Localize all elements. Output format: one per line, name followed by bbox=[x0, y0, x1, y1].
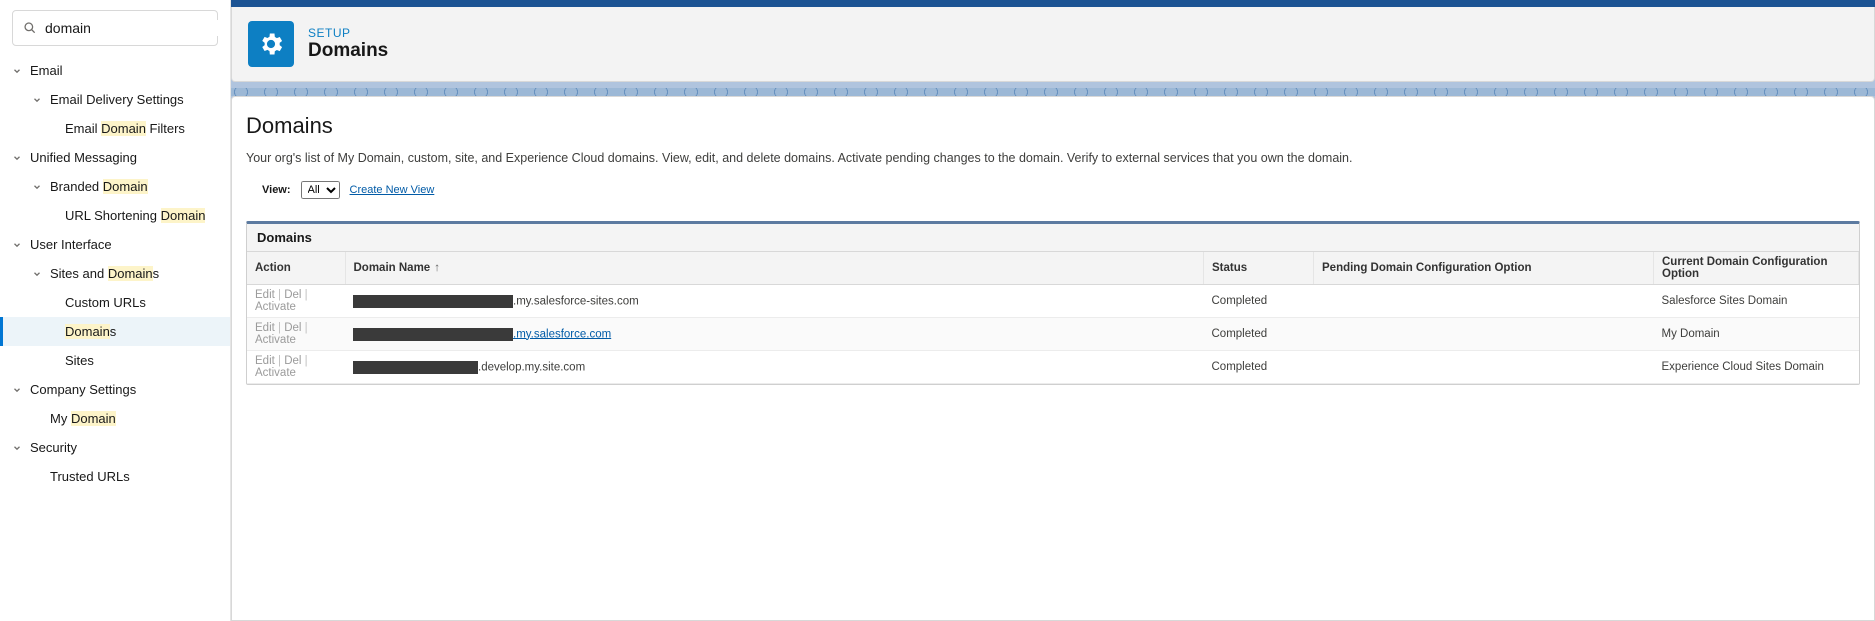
sidebar-item-label: Domains bbox=[65, 324, 116, 339]
domain-suffix[interactable]: .my.salesforce.com bbox=[513, 328, 611, 340]
chevron-down-icon bbox=[30, 182, 44, 192]
chevron-down-icon bbox=[10, 66, 24, 76]
redacted-prefix bbox=[353, 328, 513, 341]
sidebar-item[interactable]: Unified Messaging bbox=[0, 143, 230, 172]
pending-cell bbox=[1314, 351, 1654, 384]
sidebar-item-label: Company Settings bbox=[30, 382, 136, 397]
del-link[interactable]: Del bbox=[284, 289, 301, 301]
chevron-down-icon bbox=[10, 443, 24, 453]
col-action[interactable]: Action bbox=[247, 252, 345, 285]
table-row: Edit | Del | Activate .my.salesforce-site… bbox=[247, 285, 1859, 318]
pending-cell bbox=[1314, 285, 1654, 318]
col-status[interactable]: Status bbox=[1204, 252, 1314, 285]
domains-table: Action Domain Name↑ Status Pending Domai… bbox=[247, 252, 1859, 384]
sidebar-item[interactable]: User Interface bbox=[0, 230, 230, 259]
sidebar-item-label: Security bbox=[30, 440, 77, 455]
col-pending[interactable]: Pending Domain Configuration Option bbox=[1314, 252, 1654, 285]
pattern-band bbox=[231, 88, 1875, 96]
sidebar-item-label: Sites and Domains bbox=[50, 266, 159, 281]
search-icon bbox=[23, 21, 37, 35]
domain-suffix: .develop.my.site.com bbox=[478, 361, 585, 373]
row-actions: Edit | Del | Activate bbox=[247, 351, 345, 384]
content-description: Your org's list of My Domain, custom, si… bbox=[246, 151, 1860, 165]
domain-name-cell: .develop.my.site.com bbox=[345, 351, 1204, 384]
col-domain-name[interactable]: Domain Name↑ bbox=[345, 252, 1204, 285]
status-cell: Completed bbox=[1204, 351, 1314, 384]
main-area: SETUP Domains Domains Your org's list of… bbox=[231, 0, 1875, 621]
pending-cell bbox=[1314, 318, 1654, 351]
activate-link[interactable]: Activate bbox=[255, 367, 296, 379]
activate-link[interactable]: Activate bbox=[255, 301, 296, 313]
chevron-down-icon bbox=[10, 240, 24, 250]
sidebar-item[interactable]: URL Shortening Domain bbox=[0, 201, 230, 230]
edit-link[interactable]: Edit bbox=[255, 355, 275, 367]
table-heading: Domains bbox=[247, 224, 1859, 252]
sidebar-item-label: URL Shortening Domain bbox=[65, 208, 205, 223]
col-current[interactable]: Current Domain Configuration Option bbox=[1654, 252, 1859, 285]
sidebar-item-label: Unified Messaging bbox=[30, 150, 137, 165]
sidebar-item-label: Email Delivery Settings bbox=[50, 92, 184, 107]
edit-link[interactable]: Edit bbox=[255, 289, 275, 301]
edit-link[interactable]: Edit bbox=[255, 322, 275, 334]
setup-tree: Email Email Delivery Settings Email Domain… bbox=[0, 56, 230, 491]
sort-asc-icon: ↑ bbox=[434, 262, 440, 274]
search-input[interactable] bbox=[45, 20, 226, 36]
current-cell: Experience Cloud Sites Domain bbox=[1654, 351, 1859, 384]
status-cell: Completed bbox=[1204, 285, 1314, 318]
domain-name-cell: .my.salesforce.com bbox=[345, 318, 1204, 351]
view-select[interactable]: All bbox=[301, 181, 340, 199]
row-actions: Edit | Del | Activate bbox=[247, 285, 345, 318]
table-row: Edit | Del | Activate .my.salesforce.com C… bbox=[247, 318, 1859, 351]
quick-find-box[interactable] bbox=[12, 10, 218, 46]
sidebar-item-label: Custom URLs bbox=[65, 295, 146, 310]
sidebar-item[interactable]: Email bbox=[0, 56, 230, 85]
top-accent-bar bbox=[231, 0, 1875, 7]
chevron-down-icon bbox=[10, 385, 24, 395]
content-title: Domains bbox=[246, 113, 1860, 139]
sidebar-item-label: Branded Domain bbox=[50, 179, 148, 194]
sidebar-item-label: Email bbox=[30, 63, 63, 78]
domains-table-wrap: Domains Action Domain Name↑ Status Pendi… bbox=[246, 221, 1860, 385]
page-title: Domains bbox=[308, 40, 388, 62]
sidebar-item-label: Sites bbox=[65, 353, 94, 368]
view-label: View: bbox=[262, 184, 291, 196]
domain-suffix: .my.salesforce-sites.com bbox=[513, 295, 639, 307]
view-picker-row: View: All Create New View bbox=[262, 181, 1860, 199]
page-header-card: SETUP Domains bbox=[231, 7, 1875, 82]
sidebar-item[interactable]: Company Settings bbox=[0, 375, 230, 404]
redacted-prefix bbox=[353, 361, 478, 374]
sidebar-item[interactable]: Email Domain Filters bbox=[0, 114, 230, 143]
table-row: Edit | Del | Activate .develop.my.site.co… bbox=[247, 351, 1859, 384]
sidebar-item[interactable]: Email Delivery Settings bbox=[0, 85, 230, 114]
chevron-down-icon bbox=[10, 153, 24, 163]
sidebar-item[interactable]: Custom URLs bbox=[0, 288, 230, 317]
sidebar-item-label: Email Domain Filters bbox=[65, 121, 185, 136]
breadcrumb: SETUP bbox=[308, 26, 388, 40]
domain-name-cell: .my.salesforce-sites.com bbox=[345, 285, 1204, 318]
sidebar-item[interactable]: Sites bbox=[0, 346, 230, 375]
content-card: Domains Your org's list of My Domain, cu… bbox=[231, 96, 1875, 621]
create-new-view-link[interactable]: Create New View bbox=[350, 184, 435, 196]
current-cell: My Domain bbox=[1654, 318, 1859, 351]
gear-icon bbox=[248, 21, 294, 67]
sidebar-item[interactable]: Branded Domain bbox=[0, 172, 230, 201]
current-cell: Salesforce Sites Domain bbox=[1654, 285, 1859, 318]
sidebar-item[interactable]: My Domain bbox=[0, 404, 230, 433]
del-link[interactable]: Del bbox=[284, 355, 301, 367]
sidebar-item[interactable]: Trusted URLs bbox=[0, 462, 230, 491]
sidebar-item-label: Trusted URLs bbox=[50, 469, 130, 484]
redacted-prefix bbox=[353, 295, 513, 308]
sidebar-item[interactable]: Domains bbox=[0, 317, 230, 346]
chevron-down-icon bbox=[30, 95, 44, 105]
row-actions: Edit | Del | Activate bbox=[247, 318, 345, 351]
status-cell: Completed bbox=[1204, 318, 1314, 351]
chevron-down-icon bbox=[30, 269, 44, 279]
sidebar-item[interactable]: Security bbox=[0, 433, 230, 462]
activate-link[interactable]: Activate bbox=[255, 334, 296, 346]
sidebar-item-label: My Domain bbox=[50, 411, 116, 426]
del-link[interactable]: Del bbox=[284, 322, 301, 334]
sidebar-item[interactable]: Sites and Domains bbox=[0, 259, 230, 288]
sidebar-item-label: User Interface bbox=[30, 237, 112, 252]
setup-sidebar: Email Email Delivery Settings Email Domain… bbox=[0, 0, 231, 621]
